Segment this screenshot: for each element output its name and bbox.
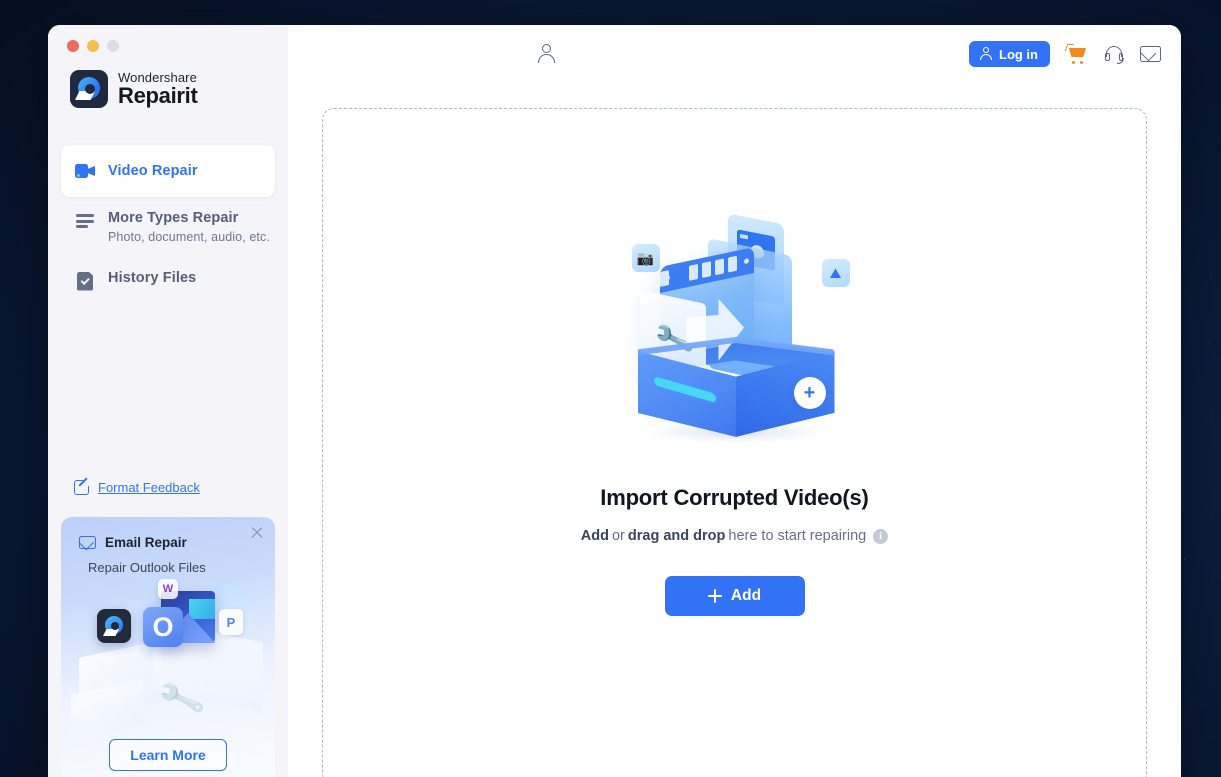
- learn-more-button[interactable]: Learn More: [109, 739, 227, 771]
- plus-icon: [707, 589, 722, 603]
- powerpoint-icon: P: [219, 609, 243, 635]
- envelope-icon[interactable]: [1140, 45, 1161, 62]
- user-outline-icon[interactable]: [536, 44, 556, 64]
- desktop-background: Wondershare Repairit Video Repair More T…: [0, 0, 1221, 777]
- app-logo: Wondershare Repairit: [48, 52, 288, 108]
- camera-icon: 📷: [631, 244, 660, 272]
- sidebar-item-label: More Types Repair: [108, 210, 239, 226]
- sidebar-item-more-types-repair[interactable]: More Types Repair Photo, document, audio…: [61, 197, 275, 257]
- sidebar-item-history-files[interactable]: History Files: [61, 257, 275, 309]
- topbar-actions: Log in: [969, 41, 1161, 67]
- sidebar-item-subtitle: Photo, document, audio, etc.: [108, 230, 270, 244]
- minimize-window-button[interactable]: [87, 40, 99, 52]
- plus-icon: +: [793, 377, 826, 409]
- add-button[interactable]: Add: [664, 576, 805, 616]
- drag-drop-text: drag and drop: [627, 528, 726, 544]
- word-icon: W: [158, 579, 178, 599]
- shopping-cart-icon[interactable]: [1064, 44, 1088, 64]
- brand-name: Wondershare: [118, 69, 197, 85]
- envelope-icon: [79, 536, 96, 549]
- sidebar-item-label: Video Repair: [108, 163, 198, 179]
- main-content: Log in 📷 ⛰ 🔧 + Import Corrupted Video(s)…: [288, 25, 1181, 777]
- login-button[interactable]: Log in: [969, 41, 1050, 67]
- add-text: Add: [580, 528, 609, 544]
- format-feedback-link[interactable]: Format Feedback: [74, 478, 288, 517]
- tail-text: here to start repairing: [728, 528, 867, 544]
- video-camera-icon: [75, 161, 95, 181]
- sidebar-item-label: History Files: [108, 270, 197, 286]
- repairit-badge-icon: [97, 609, 131, 643]
- promo-title: Email Repair: [105, 535, 187, 550]
- app-window: Wondershare Repairit Video Repair More T…: [48, 25, 1181, 777]
- list-lines-icon: [75, 211, 95, 231]
- outlook-icon: O: [143, 607, 183, 647]
- headset-icon[interactable]: [1104, 45, 1124, 64]
- maximize-window-button[interactable]: [107, 40, 119, 52]
- edit-external-link-icon: [74, 478, 91, 495]
- info-icon[interactable]: i: [873, 528, 889, 544]
- close-icon[interactable]: [250, 526, 264, 540]
- window-controls: [48, 25, 288, 52]
- close-window-button[interactable]: [67, 40, 79, 52]
- promo-header: Email Repair: [61, 517, 275, 550]
- page-title: Import Corrupted Video(s): [600, 485, 869, 510]
- import-dropzone[interactable]: 📷 ⛰ 🔧 + Import Corrupted Video(s) Add or…: [322, 108, 1147, 777]
- add-button-label: Add: [730, 587, 762, 604]
- email-repair-promo-card[interactable]: Email Repair Repair Outlook Files 🔧 W P …: [61, 517, 275, 777]
- promo-subtitle: Repair Outlook Files: [88, 560, 206, 575]
- dropzone-subtitle: Add or drag and drop here to start repai…: [580, 528, 889, 544]
- sidebar-nav: Video Repair More Types Repair Photo, do…: [48, 145, 288, 309]
- document-check-icon: [75, 271, 95, 291]
- user-icon: [979, 47, 992, 61]
- image-icon: ⛰: [821, 259, 850, 287]
- product-name: Repairit: [118, 83, 198, 109]
- wondershare-logo-icon: [70, 70, 108, 108]
- sidebar: Wondershare Repairit Video Repair More T…: [48, 25, 288, 777]
- topbar: Log in: [288, 25, 1181, 83]
- email-repair-illustration: 🔧 W P O: [61, 579, 275, 741]
- format-feedback-label: Format Feedback: [98, 480, 200, 495]
- sidebar-item-video-repair[interactable]: Video Repair: [61, 145, 275, 197]
- or-text: or: [611, 528, 625, 544]
- login-label: Log in: [999, 46, 1038, 62]
- import-box-media-illustration: 📷 ⛰ 🔧 +: [620, 213, 850, 449]
